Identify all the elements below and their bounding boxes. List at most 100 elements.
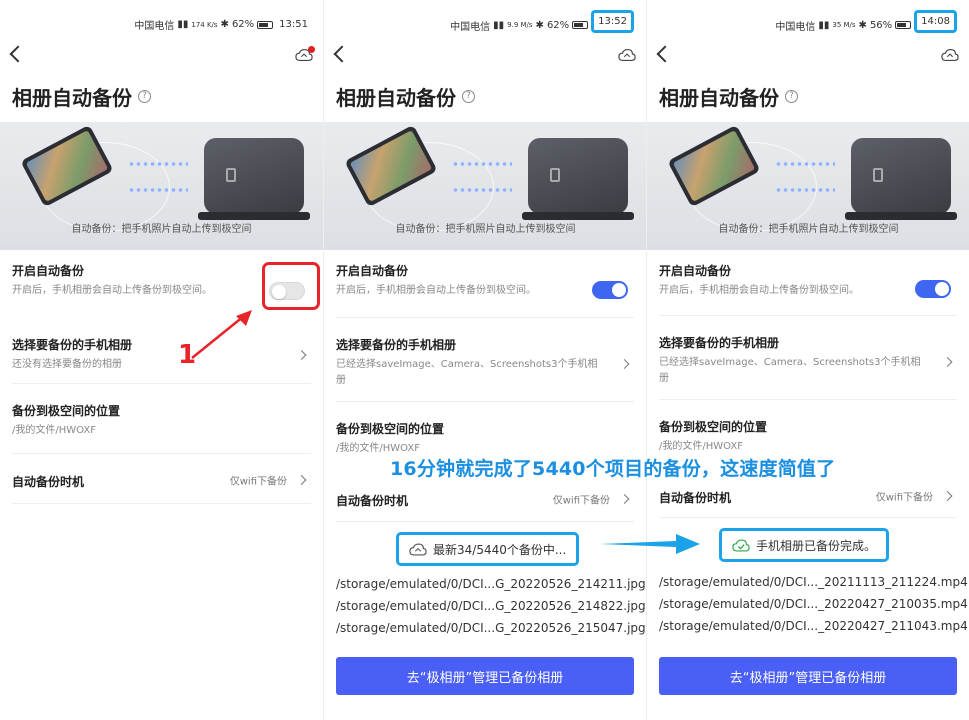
signal-icon: ▮▮ [818,19,830,31]
transfer-dots-icon [128,162,188,166]
status-bar: 中国电信 ▮▮ 9.9 M/s ✱ 62% 13:52 [324,0,646,46]
network-speed: 35 M/s [832,21,856,29]
auto-backup-row: 开启自动备份 开启后，手机相册会自动上传备份到极空间。 [659,262,957,316]
clock: 13:52 [591,10,634,33]
backup-location-label: 备份到极空间的位置 [659,420,768,434]
nav-bar [324,44,646,72]
back-icon[interactable] [656,45,674,63]
nas-device-illustration [845,138,957,220]
album-select-label: 选择要备份的手机相册 [659,336,780,350]
clock: 14:08 [914,10,957,33]
backup-location-label: 备份到极空间的位置 [12,404,121,418]
backup-progress-text: 最新34/5440个备份中... [433,542,567,557]
bluetooth-icon: ✱ [220,19,229,30]
album-select-label: 选择要备份的手机相册 [336,338,457,352]
nas-device-illustration [198,138,310,220]
annotation-caption: 16分钟就完成了5440个项目的备份，这速度简值了 [390,458,836,480]
carrier-label: 中国电信 [775,21,816,33]
album-select-row[interactable]: 选择要备份的手机相册 还没有选择要备份的相册 [12,326,311,384]
battery-icon [257,20,274,29]
album-select-row[interactable]: 选择要备份的手机相册 已经选择saveImage、Camera、Screensh… [659,324,957,400]
battery-icon [572,21,589,29]
screen-before: 中国电信 ▮▮ 174 K/s ✱ 62% 13:51 相册自动备份 ? 自动备… [0,0,323,720]
auto-backup-row: 开启自动备份 开启后，手机相册会自动上传备份到极空间。 [336,262,634,318]
album-select-row[interactable]: 选择要备份的手机相册 已经选择saveImage、Camera、Screensh… [336,326,634,402]
backup-complete-chip: 手机相册已备份完成。 [719,528,890,562]
file-path: /storage/emulated/0/DCI..._20211113_2112… [659,575,968,589]
auto-backup-toggle[interactable] [592,280,628,299]
file-path: /storage/emulated/0/DCI...G_20220526_214… [336,577,646,591]
cloud-upload-icon [409,543,427,555]
manage-album-button[interactable]: 去“极相册”管理已备份相册 [336,657,634,695]
blue-arrow-icon [600,534,700,554]
screen-in-progress: 中国电信 ▮▮ 9.9 M/s ✱ 62% 13:52 相册自动备份 ? 自动备… [323,0,646,720]
toggle-highlight-box [262,262,320,310]
backup-timing-row[interactable]: 自动备份时机 仅wifi下备份 [12,456,311,504]
battery-percent: 56% [869,19,893,31]
auto-backup-desc: 开启后，手机相册会自动上传备份到极空间。 [659,285,859,296]
file-path: /storage/emulated/0/DCI..._20220427_2110… [659,619,968,633]
cloud-icon[interactable] [618,48,636,62]
banner-caption: 自动备份：把手机照片自动上传到极空间 [71,224,252,235]
backup-timing-value: 仅wifi下备份 [229,476,287,487]
file-path: /storage/emulated/0/DCI...G_20220526_214… [336,599,646,613]
backup-location-label: 备份到极空间的位置 [336,422,445,436]
network-speed: 174 K/s [191,20,218,29]
banner-caption: 自动备份：把手机照片自动上传到极空间 [395,224,576,235]
help-icon[interactable]: ? [462,90,475,103]
file-path: /storage/emulated/0/DCI..._20220427_2100… [659,597,968,611]
network-speed: 9.9 M/s [507,21,533,29]
page-title: 相册自动备份 ? [336,82,475,111]
backup-timing-value: 仅wifi下备份 [552,495,610,506]
banner-image: 自动备份：把手机照片自动上传到极空间 [324,122,646,250]
banner-caption: 自动备份：把手机照片自动上传到极空间 [718,224,899,235]
cloud-check-icon [732,539,750,551]
page-title-text: 相册自动备份 [12,86,132,110]
carrier-label: 中国电信 [450,21,491,33]
status-bar: 中国电信 ▮▮ 35 M/s ✱ 56% 14:08 [647,0,969,46]
status-bar: 中国电信 ▮▮ 174 K/s ✱ 62% 13:51 [0,0,323,46]
help-icon[interactable]: ? [785,90,798,103]
backup-progress-chip: 最新34/5440个备份中... [396,532,580,566]
battery-icon [895,21,912,29]
battery-percent: 62% [231,19,255,30]
battery-percent: 62% [546,19,570,31]
banner-image: 自动备份：把手机照片自动上传到极空间 [0,122,323,250]
clock: 13:51 [279,19,308,30]
backup-timing-value: 仅wifi下备份 [875,492,933,503]
file-path: /storage/emulated/0/DCI...G_20220526_215… [336,621,646,635]
page-title-text: 相册自动备份 [659,86,779,110]
back-icon[interactable] [9,45,27,63]
album-select-label: 选择要备份的手机相册 [12,338,133,352]
album-select-desc: 已经选择saveImage、Camera、Screenshots3个手机相册 [659,357,921,384]
back-icon[interactable] [333,45,351,63]
bluetooth-icon: ✱ [535,19,544,31]
red-arrow-icon [191,310,252,359]
auto-backup-label: 开启自动备份 [659,264,732,278]
recent-files-list: /storage/emulated/0/DCI..._20211113_2112… [659,571,968,637]
transfer-dots-icon [775,162,835,166]
manage-album-button[interactable]: 去“极相册”管理已备份相册 [659,657,957,695]
carrier-label: 中国电信 [134,21,175,32]
bluetooth-icon: ✱ [858,19,867,31]
backup-complete-text: 手机相册已备份完成。 [756,538,877,553]
cloud-icon[interactable] [941,48,959,62]
nav-bar [647,44,969,72]
step-number: 1 [178,340,197,370]
nav-bar [0,44,323,72]
recent-files-list: /storage/emulated/0/DCI...G_20220526_214… [336,573,646,639]
page-title: 相册自动备份 ? [12,82,151,111]
auto-backup-toggle[interactable] [915,279,951,298]
help-icon[interactable]: ? [138,90,151,103]
backup-timing-row[interactable]: 自动备份时机 仅wifi下备份 [336,476,634,522]
signal-icon: ▮▮ [493,19,505,31]
page-title: 相册自动备份 ? [659,82,798,111]
album-select-desc: 还没有选择要备份的相册 [12,359,122,370]
backup-location-row: 备份到极空间的位置 /我的文件/HWOXF [12,392,311,454]
transfer-dots-icon [452,162,512,166]
transfer-dots-icon [775,188,835,192]
nas-device-illustration [522,138,634,220]
transfer-dots-icon [452,188,512,192]
auto-backup-label: 开启自动备份 [336,264,409,278]
album-select-desc: 已经选择saveImage、Camera、Screenshots3个手机相册 [336,359,598,386]
